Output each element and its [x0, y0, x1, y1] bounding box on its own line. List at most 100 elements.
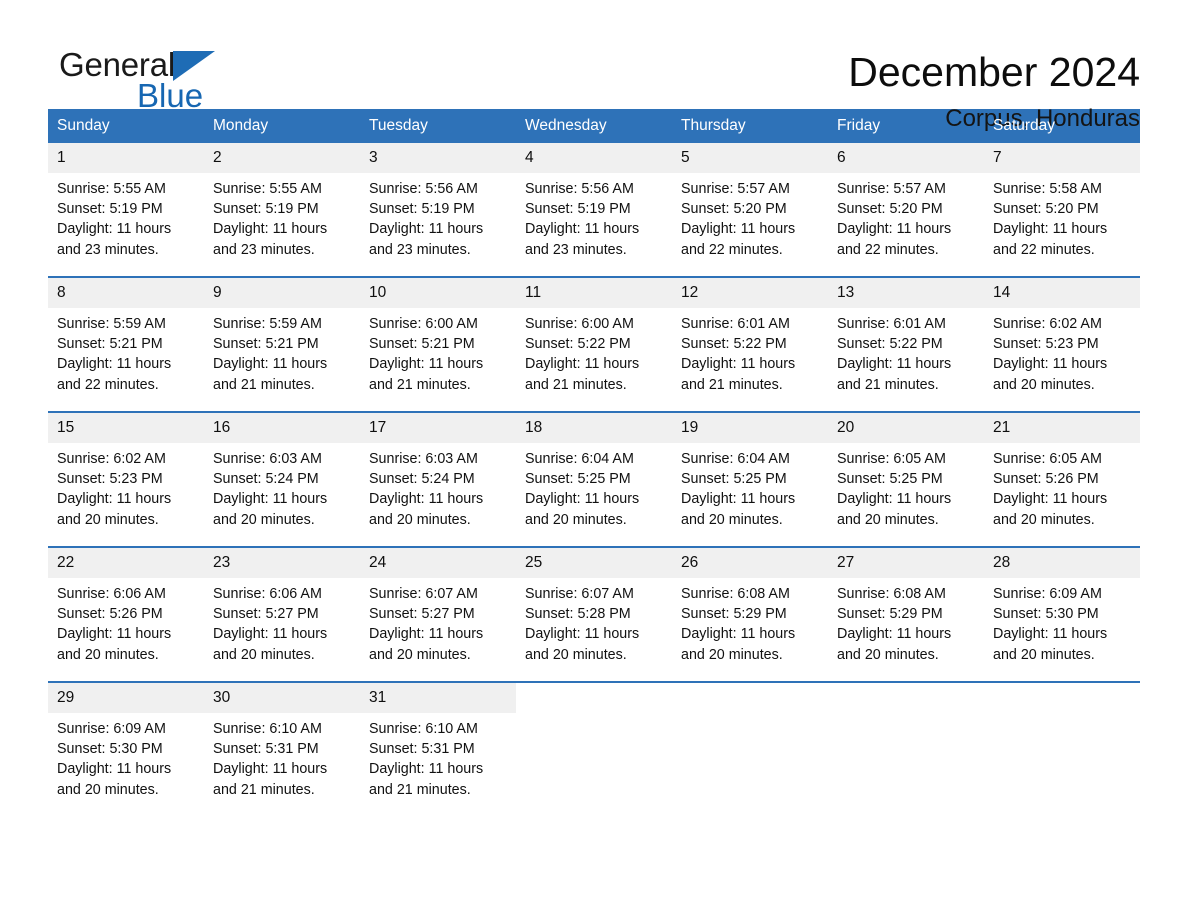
calendar-day-cell[interactable]: 19 Sunrise: 6:04 AM Sunset: 5:25 PM Dayligh…	[672, 411, 828, 547]
calendar-day-cell[interactable]: 4 Sunrise: 5:56 AM Sunset: 5:19 PM Daylight…	[516, 143, 672, 277]
daylight-duration-line1: Daylight: 11 hours	[525, 491, 640, 508]
daylight-duration-line2: and 20 minutes.	[369, 646, 471, 663]
daylight-duration-line1: Daylight: 11 hours	[369, 626, 484, 643]
sunrise-time: Sunrise: 6:06 AM	[57, 586, 166, 602]
day-number: 27	[828, 548, 984, 578]
day-number: 9	[204, 278, 360, 308]
calendar-day-cell[interactable]: 1 Sunrise: 5:55 AM Sunset: 5:19 PM Daylight…	[48, 143, 204, 277]
general-blue-logo[interactable]: General Blue	[48, 46, 308, 126]
day-number: 2	[204, 143, 360, 173]
calendar-day-cell[interactable]: 16 Sunrise: 6:03 AM Sunset: 5:24 PM Dayligh…	[204, 411, 360, 547]
calendar-day-cell[interactable]: 5 Sunrise: 5:57 AM Sunset: 5:20 PM Daylight…	[672, 143, 828, 277]
calendar-day-cell[interactable]: 31 Sunrise: 6:10 AM Sunset: 5:31 PM Dayligh…	[360, 681, 516, 816]
day-details: Sunrise: 5:57 AM Sunset: 5:20 PM Daylight:…	[672, 173, 828, 260]
sunrise-time: Sunrise: 6:00 AM	[369, 316, 478, 332]
calendar-day-cell-empty	[516, 681, 672, 816]
day-number: 28	[984, 548, 1140, 578]
day-number: 10	[360, 278, 516, 308]
daylight-duration-line1: Daylight: 11 hours	[837, 491, 952, 508]
daylight-duration-line1: Daylight: 11 hours	[681, 491, 796, 508]
calendar-day-cell[interactable]: 3 Sunrise: 5:56 AM Sunset: 5:19 PM Daylight…	[360, 143, 516, 277]
sunset-time: Sunset: 5:19 PM	[525, 201, 631, 218]
sunrise-time: Sunrise: 6:01 AM	[681, 316, 790, 332]
day-cell-content: 17 Sunrise: 6:03 AM Sunset: 5:24 PM Dayligh…	[360, 413, 516, 546]
daylight-duration-line2: and 21 minutes.	[213, 781, 315, 798]
sunset-time: Sunset: 5:30 PM	[57, 741, 163, 758]
day-cell-content: 31 Sunrise: 6:10 AM Sunset: 5:31 PM Dayligh…	[360, 683, 516, 816]
daylight-duration-line1: Daylight: 11 hours	[837, 356, 952, 373]
day-cell-content: 7 Sunrise: 5:58 AM Sunset: 5:20 PM Daylight…	[984, 143, 1140, 276]
day-cell-content	[828, 683, 984, 816]
sunset-time: Sunset: 5:31 PM	[213, 741, 319, 758]
day-cell-content: 9 Sunrise: 5:59 AM Sunset: 5:21 PM Daylight…	[204, 278, 360, 411]
calendar-day-cell[interactable]: 28 Sunrise: 6:09 AM Sunset: 5:30 PM Dayligh…	[984, 546, 1140, 682]
sunset-time: Sunset: 5:26 PM	[993, 471, 1099, 488]
sunrise-time: Sunrise: 5:56 AM	[525, 181, 634, 197]
calendar-day-cell[interactable]: 7 Sunrise: 5:58 AM Sunset: 5:20 PM Daylight…	[984, 143, 1140, 277]
sunrise-time: Sunrise: 5:59 AM	[57, 316, 166, 332]
sunrise-sunset-calendar: Sunday Monday Tuesday Wednesday Thursday…	[48, 109, 1140, 816]
calendar-day-cell[interactable]: 9 Sunrise: 5:59 AM Sunset: 5:21 PM Daylight…	[204, 276, 360, 412]
sunset-time: Sunset: 5:20 PM	[681, 201, 787, 218]
day-number: 13	[828, 278, 984, 308]
day-number: 4	[516, 143, 672, 173]
daylight-duration-line2: and 23 minutes.	[525, 241, 627, 258]
day-number: 21	[984, 413, 1140, 443]
calendar-day-cell[interactable]: 24 Sunrise: 6:07 AM Sunset: 5:27 PM Dayligh…	[360, 546, 516, 682]
sunset-time: Sunset: 5:22 PM	[837, 336, 943, 353]
day-cell-content: 13 Sunrise: 6:01 AM Sunset: 5:22 PM Dayligh…	[828, 278, 984, 411]
calendar-week-row: 29 Sunrise: 6:09 AM Sunset: 5:30 PM Dayligh…	[48, 681, 1140, 816]
calendar-day-cell[interactable]: 12 Sunrise: 6:01 AM Sunset: 5:22 PM Dayligh…	[672, 276, 828, 412]
day-number: 7	[984, 143, 1140, 173]
sunrise-time: Sunrise: 6:08 AM	[837, 586, 946, 602]
calendar-day-cell[interactable]: 25 Sunrise: 6:07 AM Sunset: 5:28 PM Dayligh…	[516, 546, 672, 682]
day-number: 18	[516, 413, 672, 443]
day-details: Sunrise: 6:03 AM Sunset: 5:24 PM Daylight:…	[204, 443, 360, 530]
daylight-duration-line1: Daylight: 11 hours	[993, 626, 1108, 643]
calendar-day-cell[interactable]: 26 Sunrise: 6:08 AM Sunset: 5:29 PM Dayligh…	[672, 546, 828, 682]
calendar-day-cell[interactable]: 29 Sunrise: 6:09 AM Sunset: 5:30 PM Dayligh…	[48, 681, 204, 816]
daylight-duration-line2: and 22 minutes.	[681, 241, 783, 258]
calendar-week-row: 15 Sunrise: 6:02 AM Sunset: 5:23 PM Dayligh…	[48, 411, 1140, 547]
calendar-day-cell[interactable]: 20 Sunrise: 6:05 AM Sunset: 5:25 PM Dayligh…	[828, 411, 984, 547]
calendar-day-cell[interactable]: 30 Sunrise: 6:10 AM Sunset: 5:31 PM Dayligh…	[204, 681, 360, 816]
calendar-day-cell-empty	[828, 681, 984, 816]
day-cell-content: 29 Sunrise: 6:09 AM Sunset: 5:30 PM Dayligh…	[48, 683, 204, 816]
sunrise-time: Sunrise: 6:10 AM	[213, 721, 322, 737]
daylight-duration-line2: and 20 minutes.	[837, 646, 939, 663]
calendar-day-cell[interactable]: 23 Sunrise: 6:06 AM Sunset: 5:27 PM Dayligh…	[204, 546, 360, 682]
daylight-duration-line1: Daylight: 11 hours	[993, 491, 1108, 508]
calendar-day-cell[interactable]: 17 Sunrise: 6:03 AM Sunset: 5:24 PM Dayligh…	[360, 411, 516, 547]
day-number: 30	[204, 683, 360, 713]
calendar-day-cell[interactable]: 14 Sunrise: 6:02 AM Sunset: 5:23 PM Dayligh…	[984, 276, 1140, 412]
calendar-day-cell[interactable]: 13 Sunrise: 6:01 AM Sunset: 5:22 PM Dayligh…	[828, 276, 984, 412]
daylight-duration-line2: and 20 minutes.	[57, 511, 159, 528]
day-details: Sunrise: 6:08 AM Sunset: 5:29 PM Daylight:…	[672, 578, 828, 665]
page-title: December 2024	[848, 49, 1140, 95]
day-cell-content: 18 Sunrise: 6:04 AM Sunset: 5:25 PM Dayligh…	[516, 413, 672, 546]
sunset-time: Sunset: 5:29 PM	[681, 606, 787, 623]
calendar-day-cell[interactable]: 15 Sunrise: 6:02 AM Sunset: 5:23 PM Dayligh…	[48, 411, 204, 547]
calendar-day-cell[interactable]: 27 Sunrise: 6:08 AM Sunset: 5:29 PM Dayligh…	[828, 546, 984, 682]
day-cell-content: 3 Sunrise: 5:56 AM Sunset: 5:19 PM Daylight…	[360, 143, 516, 276]
daylight-duration-line2: and 21 minutes.	[369, 781, 471, 798]
day-number: 5	[672, 143, 828, 173]
day-details: Sunrise: 6:00 AM Sunset: 5:22 PM Daylight:…	[516, 308, 672, 395]
day-cell-content: 12 Sunrise: 6:01 AM Sunset: 5:22 PM Dayligh…	[672, 278, 828, 411]
day-details: Sunrise: 6:09 AM Sunset: 5:30 PM Daylight:…	[984, 578, 1140, 665]
calendar-day-cell[interactable]: 22 Sunrise: 6:06 AM Sunset: 5:26 PM Dayligh…	[48, 546, 204, 682]
sunset-time: Sunset: 5:31 PM	[369, 741, 475, 758]
calendar-day-cell[interactable]: 18 Sunrise: 6:04 AM Sunset: 5:25 PM Dayligh…	[516, 411, 672, 547]
calendar-day-cell[interactable]: 10 Sunrise: 6:00 AM Sunset: 5:21 PM Dayligh…	[360, 276, 516, 412]
calendar-day-cell-empty	[672, 681, 828, 816]
day-cell-content: 16 Sunrise: 6:03 AM Sunset: 5:24 PM Dayligh…	[204, 413, 360, 546]
calendar-day-cell[interactable]: 21 Sunrise: 6:05 AM Sunset: 5:26 PM Dayligh…	[984, 411, 1140, 547]
day-cell-content: 14 Sunrise: 6:02 AM Sunset: 5:23 PM Dayligh…	[984, 278, 1140, 411]
calendar-day-cell[interactable]: 6 Sunrise: 5:57 AM Sunset: 5:20 PM Daylight…	[828, 143, 984, 277]
calendar-day-cell[interactable]: 8 Sunrise: 5:59 AM Sunset: 5:21 PM Daylight…	[48, 276, 204, 412]
calendar-day-cell[interactable]: 11 Sunrise: 6:00 AM Sunset: 5:22 PM Dayligh…	[516, 276, 672, 412]
calendar-day-cell[interactable]: 2 Sunrise: 5:55 AM Sunset: 5:19 PM Daylight…	[204, 143, 360, 277]
day-cell-content: 26 Sunrise: 6:08 AM Sunset: 5:29 PM Dayligh…	[672, 548, 828, 681]
sunset-time: Sunset: 5:28 PM	[525, 606, 631, 623]
day-cell-content: 5 Sunrise: 5:57 AM Sunset: 5:20 PM Daylight…	[672, 143, 828, 276]
